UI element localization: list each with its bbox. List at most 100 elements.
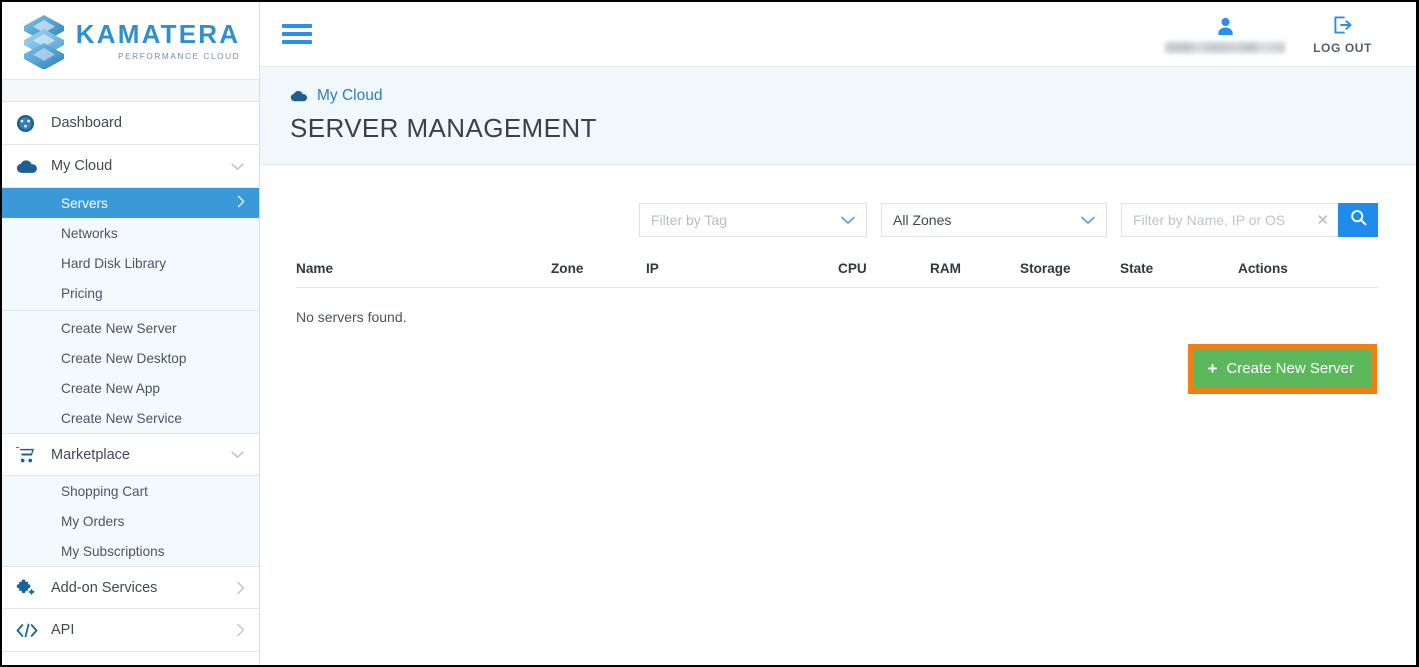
search-field-wrapper: ✕	[1121, 203, 1338, 237]
sidebar-item-label: Dashboard	[51, 115, 122, 131]
sidebar-item-label: Servers	[61, 195, 108, 211]
sidebar-item-label: Create New Server	[61, 320, 177, 336]
brand-tagline: PERFORMANCE CLOUD	[117, 50, 241, 61]
filter-toolbar: Filter by Tag All Zones ✕	[296, 165, 1378, 237]
column-header-storage[interactable]: Storage	[1020, 261, 1120, 288]
sidebar: KAMATERA PERFORMANCE CLOUD Dashboard My …	[2, 2, 260, 665]
user-avatar-icon	[1217, 16, 1234, 38]
brand-wordmark: KAMATERA PERFORMANCE CLOUD	[76, 21, 240, 61]
sidebar-item-my-orders[interactable]: My Orders	[2, 506, 259, 536]
topbar: LOG OUT	[260, 2, 1416, 67]
filter-by-tag-select[interactable]: Filter by Tag	[639, 203, 867, 237]
zone-select[interactable]: All Zones	[881, 203, 1107, 237]
sidebar-item-label: Hard Disk Library	[61, 255, 166, 271]
main-area: LOG OUT My Cloud SERVER MANAGEMENT Filte…	[260, 2, 1416, 665]
column-header-zone[interactable]: Zone	[551, 261, 646, 288]
logout-label: LOG OUT	[1313, 40, 1372, 55]
filter-by-tag-placeholder: Filter by Tag	[651, 212, 727, 228]
empty-state-row: No servers found.	[296, 288, 1378, 325]
sidebar-item-label: API	[51, 622, 75, 638]
column-header-state[interactable]: State	[1120, 261, 1238, 288]
sidebar-item-label: Pricing	[61, 285, 103, 301]
sidebar-item-create-new-app[interactable]: Create New App	[2, 373, 259, 403]
sidebar-item-create-new-desktop[interactable]: Create New Desktop	[2, 343, 259, 373]
sidebar-nav: Dashboard My Cloud Servers Networks Hard…	[2, 102, 259, 665]
sidebar-item-my-cloud[interactable]: My Cloud	[2, 145, 259, 188]
shopping-cart-icon	[16, 446, 42, 463]
zone-select-value: All Zones	[893, 212, 952, 228]
sidebar-item-label: Create New App	[61, 380, 160, 396]
servers-table: Name Zone IP CPU RAM Storage State Actio…	[296, 261, 1378, 325]
sidebar-submenu-marketplace: Shopping Cart My Orders My Subscriptions	[2, 476, 259, 566]
breadcrumb[interactable]: My Cloud	[290, 87, 1416, 105]
sidebar-item-label: My Cloud	[51, 158, 113, 174]
search-button[interactable]	[1338, 203, 1378, 237]
sidebar-item-networks[interactable]: Networks	[2, 218, 259, 248]
app-window: KAMATERA PERFORMANCE CLOUD Dashboard My …	[0, 0, 1419, 667]
cloud-icon	[16, 159, 42, 174]
logout-button[interactable]: LOG OUT	[1299, 14, 1386, 55]
sidebar-item-create-new-server[interactable]: Create New Server	[2, 313, 259, 343]
chevron-down-icon	[1080, 204, 1096, 236]
empty-state-message: No servers found.	[296, 309, 407, 325]
chevron-down-icon	[230, 162, 245, 171]
page-title: SERVER MANAGEMENT	[290, 113, 597, 143]
sidebar-item-shopping-cart[interactable]: Shopping Cart	[2, 476, 259, 506]
sidebar-item-dashboard[interactable]: Dashboard	[2, 102, 259, 145]
chevron-right-icon	[236, 580, 245, 595]
cloud-icon	[290, 90, 308, 102]
logout-arrow-icon	[1333, 14, 1352, 36]
create-server-highlight: + Create New Server	[1187, 344, 1377, 394]
user-account-button[interactable]	[1151, 16, 1299, 53]
sidebar-item-my-subscriptions[interactable]: My Subscriptions	[2, 536, 259, 566]
close-x-icon[interactable]: ✕	[1316, 204, 1329, 236]
search-input[interactable]	[1133, 212, 1310, 228]
create-server-cta-row: + Create New Server	[296, 344, 1378, 394]
chevron-down-icon	[840, 204, 856, 236]
column-header-ip[interactable]: IP	[646, 261, 838, 288]
stacked-layers-logo-icon	[23, 14, 64, 69]
sidebar-item-label: Shopping Cart	[61, 483, 148, 499]
chevron-down-icon	[230, 450, 245, 459]
search-group: ✕	[1121, 203, 1378, 237]
sidebar-item-label: Marketplace	[51, 446, 130, 463]
username-redacted	[1165, 41, 1286, 53]
brand-logo[interactable]: KAMATERA PERFORMANCE CLOUD	[2, 2, 259, 80]
sidebar-item-label: My Orders	[61, 513, 125, 529]
dashboard-gauge-icon	[16, 114, 42, 133]
sidebar-item-hard-disk-library[interactable]: Hard Disk Library	[2, 248, 259, 278]
breadcrumb-label: My Cloud	[317, 87, 383, 104]
sidebar-item-label: Networks	[61, 225, 118, 241]
table-body: No servers found.	[296, 288, 1378, 325]
sidebar-submenu-my-cloud: Servers Networks Hard Disk Library Prici…	[2, 188, 259, 433]
sidebar-item-label: Create New Service	[61, 410, 182, 426]
sidebar-item-add-on-services[interactable]: Add-on Services	[2, 566, 259, 609]
sidebar-item-marketplace[interactable]: Marketplace	[2, 433, 259, 476]
hamburger-menu-icon[interactable]	[282, 20, 312, 48]
column-header-name[interactable]: Name	[296, 261, 551, 288]
brand-name: KAMATERA	[75, 18, 241, 49]
column-header-actions: Actions	[1238, 261, 1288, 276]
sidebar-item-label: Add-on Services	[51, 579, 158, 596]
sidebar-item-create-new-service[interactable]: Create New Service	[2, 403, 259, 433]
submenu-divider	[2, 310, 259, 311]
chevron-right-icon	[236, 623, 245, 637]
create-new-server-label: Create New Server	[1226, 360, 1354, 377]
sidebar-item-label: My Subscriptions	[61, 543, 165, 559]
content-area: Filter by Tag All Zones ✕	[260, 165, 1416, 665]
code-brackets-icon	[16, 623, 42, 638]
sidebar-item-api[interactable]: API	[2, 609, 259, 652]
create-new-server-button[interactable]: + Create New Server	[1193, 350, 1371, 388]
sidebar-item-servers[interactable]: Servers	[2, 188, 259, 218]
column-header-ram[interactable]: RAM	[930, 261, 1020, 288]
page-header: My Cloud SERVER MANAGEMENT	[260, 67, 1416, 165]
table-header: Name Zone IP CPU RAM Storage State Actio…	[296, 261, 1378, 288]
plus-icon: +	[1207, 359, 1218, 378]
sidebar-item-pricing[interactable]: Pricing	[2, 278, 259, 308]
puzzle-piece-icon	[16, 578, 42, 597]
sidebar-item-label: Create New Desktop	[61, 350, 187, 366]
table-header-row: Name Zone IP CPU RAM Storage State Actio…	[296, 261, 1378, 288]
column-header-cpu[interactable]: CPU	[838, 261, 930, 288]
chevron-right-icon	[237, 195, 245, 211]
search-magnifier-icon	[1350, 209, 1367, 231]
